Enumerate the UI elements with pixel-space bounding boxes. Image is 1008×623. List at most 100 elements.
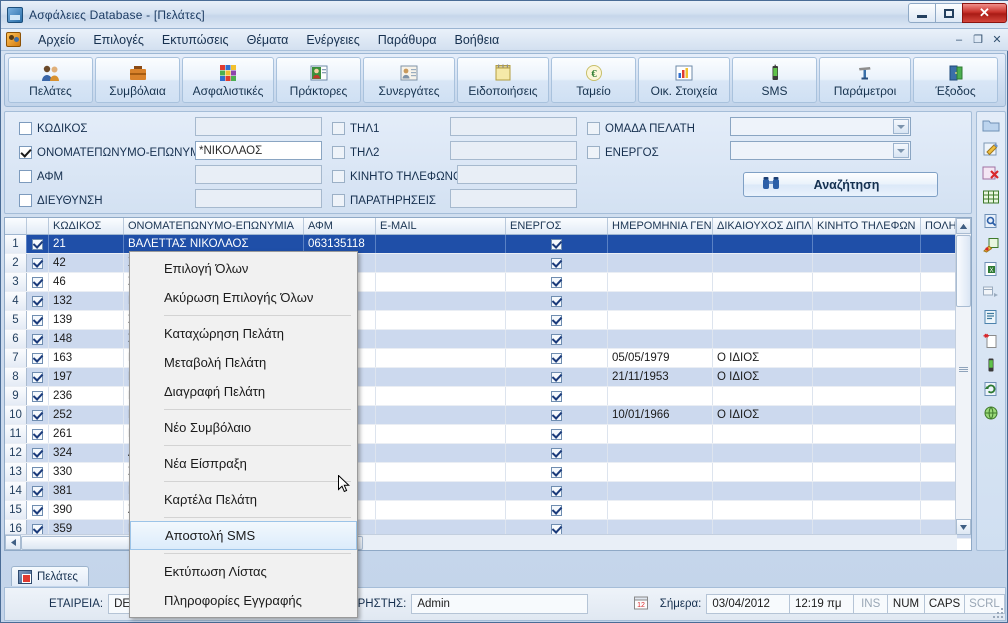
row-checkbox[interactable]: [551, 447, 562, 459]
mdi-restore-button[interactable]: ❐: [970, 32, 986, 47]
row-checkbox[interactable]: [551, 466, 562, 478]
checkbox-paratiriseis[interactable]: [332, 194, 345, 207]
grid-cell-energos[interactable]: [506, 387, 608, 405]
row-checkbox[interactable]: [551, 485, 562, 497]
report-list-icon[interactable]: [981, 307, 1001, 327]
context-menu-item[interactable]: Νέο Συμβόλαιο: [130, 413, 357, 442]
row-checkbox[interactable]: [32, 352, 43, 364]
search-button[interactable]: Αναζήτηση: [743, 172, 938, 197]
row-checkbox[interactable]: [551, 409, 562, 421]
toolbar-button-parametroi[interactable]: Παράμετροι: [819, 57, 911, 103]
new-document-icon[interactable]: [981, 331, 1001, 351]
toolbar-button-exodos[interactable]: Έξοδος: [913, 57, 998, 103]
row-checkbox[interactable]: [32, 523, 43, 535]
grid-column-header-idx[interactable]: [5, 218, 27, 234]
close-button[interactable]: ✕: [962, 3, 1007, 23]
context-menu-item[interactable]: Καρτέλα Πελάτη: [130, 485, 357, 514]
row-checkbox[interactable]: [32, 447, 43, 459]
grid-cell-energos[interactable]: [506, 311, 608, 329]
grid-cell-energos[interactable]: [506, 349, 608, 367]
mdi-tab-pelates[interactable]: Πελάτες: [11, 566, 89, 586]
scroll-up-button[interactable]: [956, 218, 971, 234]
resize-grip[interactable]: [991, 606, 1003, 618]
checkbox-energos[interactable]: [587, 146, 600, 159]
combo-omada-pelati[interactable]: [730, 117, 911, 136]
grid-cell-chk[interactable]: [27, 501, 49, 519]
minimize-button[interactable]: [908, 3, 936, 23]
row-checkbox[interactable]: [551, 314, 562, 326]
grid-cell-chk[interactable]: [27, 482, 49, 500]
row-checkbox[interactable]: [551, 333, 562, 345]
grid-column-header-energos[interactable]: ΕΝΕΡΓΟΣ: [506, 218, 608, 234]
checkbox-omada-pelati[interactable]: [587, 122, 600, 135]
context-menu-item[interactable]: Νέα Είσπραξη: [130, 449, 357, 478]
row-checkbox[interactable]: [551, 371, 562, 383]
grid-cell-energos[interactable]: [506, 235, 608, 253]
context-menu-item[interactable]: Ακύρωση Επιλογής Όλων: [130, 283, 357, 312]
grid-cell-energos[interactable]: [506, 254, 608, 272]
refresh-icon[interactable]: [981, 379, 1001, 399]
input-tel2[interactable]: [450, 141, 577, 160]
toolbar-button-eidopoiiseis[interactable]: Ειδοποιήσεις: [457, 57, 549, 103]
grid-column-header-poli[interactable]: ΠΟΛΗ: [921, 218, 957, 234]
row-checkbox[interactable]: [32, 276, 43, 288]
row-checkbox[interactable]: [32, 428, 43, 440]
context-menu-item[interactable]: Εκτύπωση Λίστας: [130, 557, 357, 586]
grid-column-header-kodikos[interactable]: ΚΩΔΙΚΟΣ: [49, 218, 124, 234]
checkbox-kodikos[interactable]: [19, 122, 32, 135]
delete-record-icon[interactable]: [981, 163, 1001, 183]
grid-column-header-gen[interactable]: ΗΜΕΡΟΜΗΝΙΑ ΓΕΝΙ: [608, 218, 713, 234]
row-checkbox[interactable]: [32, 238, 43, 250]
row-checkbox[interactable]: [551, 523, 562, 535]
grid-cell-chk[interactable]: [27, 444, 49, 462]
grid-cell-chk[interactable]: [27, 425, 49, 443]
grid-column-header-afm[interactable]: ΑΦΜ: [304, 218, 376, 234]
row-checkbox[interactable]: [551, 238, 562, 250]
row-checkbox[interactable]: [551, 504, 562, 516]
grid-cell-energos[interactable]: [506, 463, 608, 481]
grid-cell-chk[interactable]: [27, 387, 49, 405]
row-checkbox[interactable]: [551, 276, 562, 288]
row-checkbox[interactable]: [32, 485, 43, 497]
context-menu-item[interactable]: Επιλογή Όλων: [130, 254, 357, 283]
menu-item-themata[interactable]: Θέματα: [238, 31, 298, 49]
grid-cell-energos[interactable]: [506, 425, 608, 443]
grid-cell-energos[interactable]: [506, 273, 608, 291]
grid-cell-energos[interactable]: [506, 292, 608, 310]
edit-pencil-icon[interactable]: [981, 139, 1001, 159]
chevron-down-icon[interactable]: [893, 143, 909, 158]
row-checkbox[interactable]: [32, 257, 43, 269]
row-checkbox[interactable]: [551, 428, 562, 440]
menu-item-arxeio[interactable]: Αρχείο: [29, 31, 84, 49]
row-checkbox[interactable]: [32, 390, 43, 402]
context-menu-item[interactable]: Πληροφορίες Εγγραφής: [130, 586, 357, 615]
menu-item-voitheia[interactable]: Βοήθεια: [446, 31, 509, 49]
grid-cell-energos[interactable]: [506, 330, 608, 348]
input-dieythynsi[interactable]: [195, 189, 322, 208]
table-grid-icon[interactable]: [981, 187, 1001, 207]
maximize-button[interactable]: [935, 3, 963, 23]
grid-column-header-onoma[interactable]: ΟΝΟΜΑΤΕΠΩΝΥΜΟ-ΕΠΩΝΥΜΙΑ: [124, 218, 304, 234]
grid-cell-energos[interactable]: [506, 482, 608, 500]
folder-open-icon[interactable]: [981, 115, 1001, 135]
toolbar-button-symvolaia[interactable]: Συμβόλαια: [95, 57, 180, 103]
context-menu-item[interactable]: Καταχώρηση Πελάτη: [130, 319, 357, 348]
scroll-down-button[interactable]: [956, 519, 971, 535]
grid-cell-energos[interactable]: [506, 406, 608, 424]
toolbar-button-tameio[interactable]: € Ταμείο: [551, 57, 636, 103]
checkbox-onomateponymo[interactable]: [19, 146, 32, 159]
mdi-minimize-button[interactable]: –: [951, 32, 967, 47]
columns-layout-icon[interactable]: [981, 283, 1001, 303]
toolbar-button-pelates[interactable]: Πελάτες: [8, 57, 93, 103]
menu-item-energeies[interactable]: Ενέργειες: [297, 31, 368, 49]
row-checkbox[interactable]: [551, 257, 562, 269]
grid-column-header-kinito[interactable]: ΚΙΝΗΤΟ ΤΗΛΕΦΩΝ: [813, 218, 921, 234]
row-checkbox[interactable]: [32, 371, 43, 383]
input-tel1[interactable]: [450, 117, 577, 136]
export-excel-icon[interactable]: X: [981, 259, 1001, 279]
chevron-down-icon[interactable]: [893, 119, 909, 134]
row-checkbox[interactable]: [551, 295, 562, 307]
menu-item-epiloges[interactable]: Επιλογές: [84, 31, 153, 49]
mobile-sms-icon[interactable]: [981, 355, 1001, 375]
context-menu-item[interactable]: Μεταβολή Πελάτη: [130, 348, 357, 377]
